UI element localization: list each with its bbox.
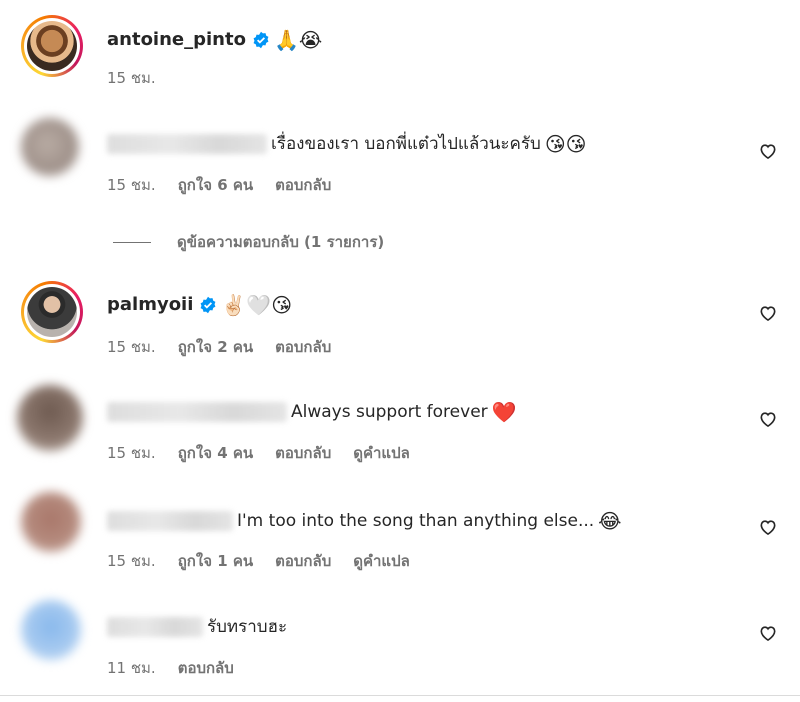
heart-emoji: ❤️ (491, 400, 517, 424)
comment-text: เรื่องของเรา บอกพี่แต๋วไปแล้วนะครับ (271, 134, 541, 154)
comment-emoji: ✌🏻🤍😘 (221, 293, 293, 317)
reply-button[interactable]: ตอบกลับ (178, 656, 234, 680)
avatar-photo (27, 287, 77, 337)
reply-button[interactable]: ตอบกลับ (275, 335, 331, 359)
avatar[interactable] (21, 15, 83, 77)
avatar[interactable] (21, 281, 83, 343)
reply-button[interactable]: ตอบกลับ (275, 173, 331, 197)
comment-emoji: 😂 (598, 509, 622, 533)
blurred-username[interactable] (107, 134, 267, 154)
translate-button[interactable]: ดูคำแปล (353, 549, 410, 573)
blurred-username[interactable] (107, 617, 203, 637)
comment-emoji: 😘😘 (544, 132, 587, 156)
comment-emoji: 🙏😭 (273, 28, 323, 52)
comment-likes[interactable]: ถูกใจ 6 คน (178, 173, 253, 197)
view-replies-button[interactable]: ดูข้อความตอบกลับ (1 รายการ) (113, 230, 384, 254)
comment-text: I'm too into the song than anything else… (237, 511, 595, 531)
comment-text: Always support forever (291, 402, 488, 422)
comment-time: 15 ชม. (107, 338, 156, 356)
verified-badge-icon (200, 296, 216, 314)
replies-divider (113, 241, 151, 243)
comment-likes[interactable]: ถูกใจ 2 คน (178, 335, 253, 359)
heart-outline-icon[interactable] (758, 623, 778, 643)
heart-outline-icon[interactable] (758, 141, 778, 161)
blurred-username[interactable] (107, 402, 287, 422)
reply-button[interactable]: ตอบกลับ (275, 441, 331, 465)
heart-outline-icon[interactable] (758, 303, 778, 323)
comment-time: 15 ชม. (107, 176, 156, 194)
reply-button[interactable]: ตอบกลับ (275, 549, 331, 573)
blurred-username[interactable] (107, 511, 233, 531)
comment-time: 15 ชม. (107, 69, 156, 87)
avatar[interactable] (21, 118, 79, 176)
avatar[interactable] (21, 600, 81, 660)
avatar-photo (27, 21, 77, 71)
translate-button[interactable]: ดูคำแปล (353, 441, 410, 465)
view-replies-label: ดูข้อความตอบกลับ (1 รายการ) (177, 233, 385, 251)
comment-likes[interactable]: ถูกใจ 4 คน (178, 441, 253, 465)
comment-time: 15 ชม. (107, 552, 156, 570)
comment-username[interactable]: antoine_pinto (107, 28, 246, 52)
verified-badge-icon (253, 31, 269, 49)
comment-likes[interactable]: ถูกใจ 1 คน (178, 549, 253, 573)
comment-text: รับทราบฮะ (207, 617, 288, 637)
avatar[interactable] (17, 385, 83, 451)
heart-outline-icon[interactable] (758, 409, 778, 429)
comment-time: 11 ชม. (107, 659, 156, 677)
comment-time: 15 ชม. (107, 444, 156, 462)
comment-username[interactable]: palmyoii (107, 293, 193, 317)
divider (0, 695, 800, 696)
heart-outline-icon[interactable] (758, 517, 778, 537)
avatar[interactable] (21, 492, 81, 552)
